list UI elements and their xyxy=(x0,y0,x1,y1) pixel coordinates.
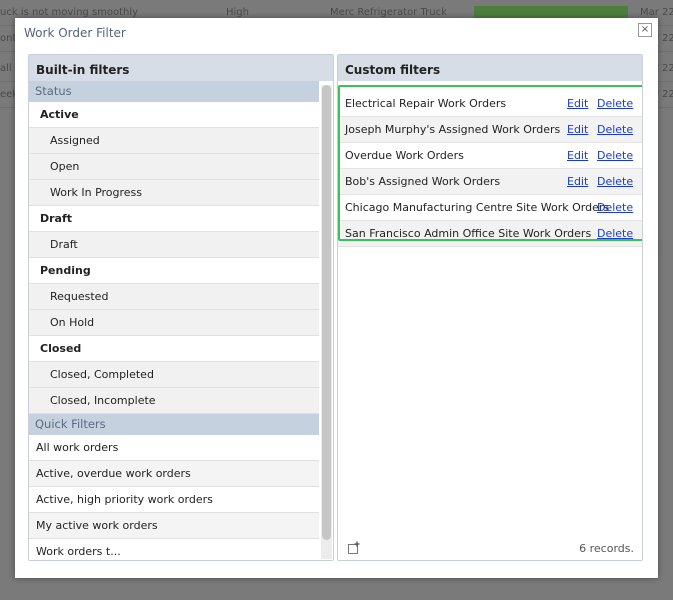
filter-item-active[interactable]: Active xyxy=(29,102,319,128)
custom-filters-panel: Custom filters Electrical Repair Work Or… xyxy=(337,54,643,561)
filter-item-pending[interactable]: Pending xyxy=(29,258,319,284)
filter-item-closed-incomplete[interactable]: Closed, Incomplete xyxy=(29,388,319,414)
add-filter-icon[interactable] xyxy=(347,541,361,555)
filter-item-assigned[interactable]: Assigned xyxy=(29,128,319,154)
filter-item-all-work-orders[interactable]: All work orders xyxy=(29,435,319,461)
filter-item-on-hold[interactable]: On Hold xyxy=(29,310,319,336)
custom-filter-row[interactable]: Chicago Manufacturing Centre Site Work O… xyxy=(338,195,642,221)
filter-item-draft-group[interactable]: Draft xyxy=(29,206,319,232)
custom-filter-name[interactable]: Overdue Work Orders xyxy=(345,143,464,169)
builtin-filters-list: Status Active Assigned Open Work In Prog… xyxy=(29,81,319,560)
background-row-text: ont xyxy=(0,33,17,44)
delete-link[interactable]: Delete xyxy=(597,91,633,117)
custom-filter-name[interactable]: Bob's Assigned Work Orders xyxy=(345,169,500,195)
work-order-filter-dialog: Work Order Filter × Built-in filters Sta… xyxy=(15,18,658,578)
filter-item-draft[interactable]: Draft xyxy=(29,232,319,258)
custom-filters-header: Custom filters xyxy=(338,55,642,81)
edit-link[interactable]: Edit xyxy=(567,169,588,195)
filter-item-active-overdue[interactable]: Active, overdue work orders xyxy=(29,461,319,487)
records-count: 6 records. xyxy=(579,542,634,555)
close-icon[interactable]: × xyxy=(638,23,652,37)
filter-item-open[interactable]: Open xyxy=(29,154,319,180)
filter-item-my-active[interactable]: My active work orders xyxy=(29,513,319,539)
custom-filters-list: Electrical Repair Work Orders Edit Delet… xyxy=(338,91,642,247)
builtin-filters-header: Built-in filters xyxy=(29,55,333,81)
group-header-quick-filters: Quick Filters xyxy=(29,414,319,435)
delete-link[interactable]: Delete xyxy=(597,195,633,221)
custom-filter-name[interactable]: Joseph Murphy's Assigned Work Orders xyxy=(345,117,560,143)
filter-item-requested[interactable]: Requested xyxy=(29,284,319,310)
filter-item-work-in-progress[interactable]: Work In Progress xyxy=(29,180,319,206)
delete-link[interactable]: Delete xyxy=(597,117,633,143)
dialog-title: Work Order Filter xyxy=(24,26,126,40)
edit-link[interactable]: Edit xyxy=(567,91,588,117)
delete-link[interactable]: Delete xyxy=(597,169,633,195)
group-header-status: Status xyxy=(29,81,319,102)
builtin-filters-panel: Built-in filters Status Active Assigned … xyxy=(28,54,334,561)
filter-item-closed-completed[interactable]: Closed, Completed xyxy=(29,362,319,388)
delete-link[interactable]: Delete xyxy=(597,221,633,247)
edit-link[interactable]: Edit xyxy=(567,143,588,169)
custom-filter-row[interactable]: Bob's Assigned Work Orders Edit Delete xyxy=(338,169,642,195)
builtin-scrollbar[interactable] xyxy=(321,85,332,559)
custom-filter-name[interactable]: Chicago Manufacturing Centre Site Work O… xyxy=(345,195,609,221)
custom-filter-name[interactable]: San Francisco Admin Office Site Work Ord… xyxy=(345,221,591,247)
custom-filter-row[interactable]: Joseph Murphy's Assigned Work Orders Edi… xyxy=(338,117,642,143)
filter-item-truncated[interactable]: Work orders t... xyxy=(29,539,319,560)
filter-item-active-high-priority[interactable]: Active, high priority work orders xyxy=(29,487,319,513)
custom-filter-row[interactable]: Overdue Work Orders Edit Delete xyxy=(338,143,642,169)
custom-filter-name[interactable]: Electrical Repair Work Orders xyxy=(345,91,506,117)
builtin-scrollbar-thumb[interactable] xyxy=(322,85,331,540)
filter-item-closed[interactable]: Closed xyxy=(29,336,319,362)
delete-link[interactable]: Delete xyxy=(597,143,633,169)
custom-filter-row[interactable]: Electrical Repair Work Orders Edit Delet… xyxy=(338,91,642,117)
custom-filter-row[interactable]: San Francisco Admin Office Site Work Ord… xyxy=(338,221,642,247)
edit-link[interactable]: Edit xyxy=(567,117,588,143)
